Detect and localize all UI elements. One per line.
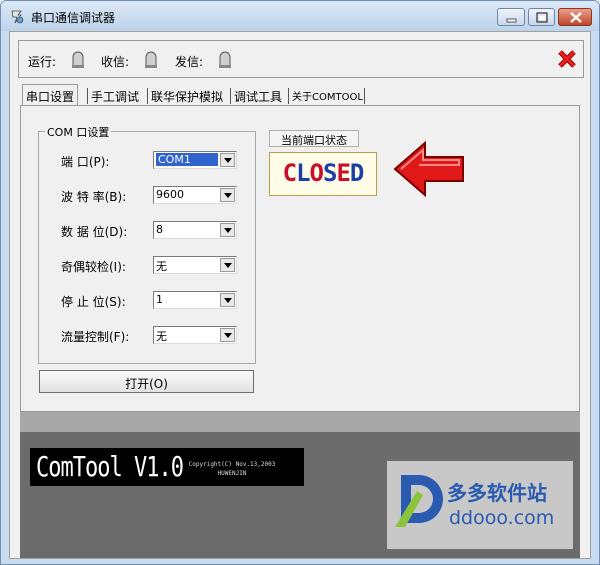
com-settings-group: COM 口设置 端 口(P): COM1 波 特 率(B): 9600 数 据 … [38,124,256,364]
dropdown-button[interactable] [220,153,235,167]
stop-bits-label: 停 止 位(S): [61,295,126,309]
window-title: 串口通信调试器 [31,11,116,25]
tab-label: 联华保护模拟 [151,90,224,104]
minimize-button[interactable] [497,8,525,26]
tab-label: 手工调试 [91,90,140,104]
watermark-name: 多多软件站 [447,481,547,505]
dropdown-button[interactable] [220,188,235,202]
port-label: 端 口(P): [61,155,110,169]
tab-protection-sim[interactable]: 联华保护模拟 [151,86,223,105]
tab-label: 串口设置 [26,90,75,104]
footer-area: ComTool V1.0 Copyright(C) Nov.13,2003 HU… [20,432,580,558]
red-arrow-icon [393,140,464,198]
serial-settings-panel: COM 口设置 端 口(P): COM1 波 特 率(B): 9600 数 据 … [20,105,580,412]
parity-select[interactable]: 无 [153,256,237,274]
baud-rate-label: 波 特 率(B): [61,190,127,204]
run-led-icon [72,51,84,68]
tab-separator [230,88,231,104]
port-status-display: CLOSED [269,152,377,196]
tab-debug-tools[interactable]: 调试工具 [234,86,282,105]
dropdown-button[interactable] [220,293,235,307]
close-icon [570,12,582,23]
divider-band [20,412,580,432]
tab-manual-debug[interactable]: 手工调试 [91,86,139,105]
maximize-button[interactable] [528,8,555,26]
chevron-down-icon [224,263,232,268]
chevron-down-icon [224,228,232,233]
stop-bits-value: 1 [156,293,163,306]
send-led-icon [219,51,231,68]
parity-value: 无 [156,260,167,273]
send-label: 发信: [175,55,204,69]
red-x-icon[interactable] [557,49,577,69]
port-select[interactable]: COM1 [153,151,237,169]
serial-port-icon [11,10,24,24]
stop-bits-select[interactable]: 1 [153,291,237,309]
banner-title: ComTool V1.0 [36,452,184,484]
dropdown-button[interactable] [220,258,235,272]
chevron-down-icon [224,298,232,303]
baud-rate-value: 9600 [156,188,184,201]
tab-label: 关于COMTOOL [292,92,363,103]
data-bits-value: 8 [156,223,163,236]
port-status-label: 当前端口状态 [269,130,359,147]
data-bits-select[interactable]: 8 [153,221,237,239]
receive-label: 收信: [101,55,130,69]
app-window: 串口通信调试器 运行: 收信: 发信: 串口设置 手工调试 联华保护模拟 调试工… [0,0,600,565]
group-title: COM 口设置 [45,124,112,140]
tab-strip: 串口设置 手工调试 联华保护模拟 调试工具 关于COMTOOL [20,84,590,106]
flow-control-select[interactable]: 无 [153,326,237,344]
baud-rate-select[interactable]: 9600 [153,186,237,204]
run-label: 运行: [28,55,57,69]
data-bits-label: 数 据 位(D): [61,225,128,239]
site-logo-icon [395,475,443,527]
tab-label: 调试工具 [234,90,283,104]
port-value: COM1 [156,153,218,166]
flow-control-value: 无 [156,330,167,343]
dropdown-button[interactable] [220,328,235,342]
client-area: 运行: 收信: 发信: 串口设置 手工调试 联华保护模拟 调试工具 关于COMT… [9,31,591,559]
tab-separator [87,88,88,104]
tab-about[interactable]: 关于COMTOOL [292,86,363,105]
flow-control-label: 流量控制(F): [61,330,130,344]
chevron-down-icon [224,193,232,198]
maximize-icon [536,12,548,23]
tab-separator [364,88,365,104]
watermark: 多多软件站 ddooo.com [387,461,573,549]
product-banner: ComTool V1.0 Copyright(C) Nov.13,2003 HU… [30,448,304,486]
title-bar[interactable]: 串口通信调试器 [1,1,599,31]
chevron-down-icon [224,333,232,338]
close-button[interactable] [558,8,592,26]
open-port-button[interactable]: 打开(O) [39,370,254,393]
dropdown-button[interactable] [220,223,235,237]
tab-separator [147,88,148,104]
receive-led-icon [145,51,157,68]
tab-separator [288,88,289,104]
minimize-icon [506,18,517,23]
copyright-text: Copyright(C) Nov.13,2003 [188,461,276,468]
parity-label: 奇偶较检(I): [61,260,126,274]
chevron-down-icon [224,158,232,163]
tab-serial-settings[interactable]: 串口设置 [22,84,79,106]
banner-copyright: Copyright(C) Nov.13,2003 HUWENJIN [172,460,292,478]
port-status-value: CLOSED [282,159,365,187]
status-indicator-bar: 运行: 收信: 发信: [18,40,584,78]
author-text: HUWENJIN [217,470,247,477]
watermark-domain: ddooo.com [449,507,555,529]
